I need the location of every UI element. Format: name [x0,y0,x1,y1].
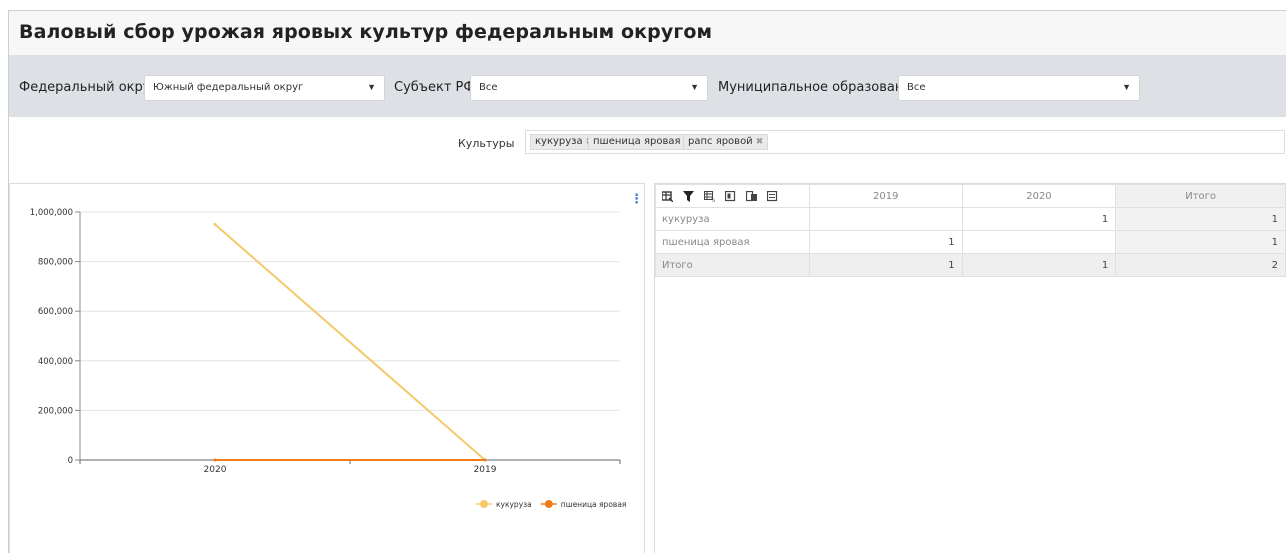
municipal-label: Муниципальное образование [718,80,920,95]
pivot-row-header-total[interactable]: Итого [655,253,810,277]
format-icon[interactable]: % [704,190,716,204]
close-icon[interactable]: ✖ [756,137,764,147]
pivot-header-row: % 2019 2020 Итого [655,184,1286,208]
pivot-cell-total: 2 [1115,253,1286,277]
subject-select-value: Все [479,82,498,93]
pivot-col-header-total[interactable]: Итого [1115,184,1286,208]
table-row: кукуруза 1 1 [655,207,1286,231]
pivot-col-header[interactable]: 2020 [961,184,1117,208]
chevron-down-icon: ▼ [690,82,699,92]
y-tick-label: 800,000 [38,258,73,268]
culture-tag-label: пшеница яровая [593,136,681,147]
pivot-cell: 1 [808,253,963,277]
y-tick-label: 600,000 [38,307,73,317]
municipal-select-value: Все [907,82,926,93]
pivot-cell [808,207,963,231]
pivot-cell: 1 [808,230,963,254]
page-title: Валовый сбор урожая яровых культур федер… [19,21,713,43]
culture-tag[interactable]: пшеница яровая✖ [588,134,697,150]
expand-icon[interactable] [724,190,736,202]
y-tick-label: 400,000 [38,357,73,367]
subject-label: Субъект РФ [394,80,475,95]
culture-tag-label: рапс яровой [688,136,753,147]
filter-icon[interactable] [683,190,694,202]
okrug-label: Федеральный округ [19,80,158,95]
y-tick-label: 200,000 [38,406,73,416]
x-tick-label: 2019 [474,465,497,475]
series-line [214,223,486,461]
pivot-col-header[interactable]: 2019 [808,184,963,208]
okrug-select-value: Южный федеральный округ [153,82,304,93]
legend-swatch-marker [480,500,488,508]
line-chart: 1,000,000 800,000 600,000 400,000 200,000 0 20… [30,208,627,509]
title-bar: Валовый сбор урожая яровых культур федер… [9,11,1286,55]
pivot-cell [961,230,1117,254]
chevron-down-icon: ▼ [1122,82,1131,92]
culture-tag-label: кукуруза [535,136,583,147]
svg-text:%: % [711,198,715,202]
culture-tag[interactable]: рапс яровой ✖ [683,134,769,150]
legend-label: кукуруза [496,500,532,509]
x-tick-label: 2020 [204,465,227,475]
legend-swatch-marker [544,500,553,508]
data-point [483,458,487,462]
pivot-cell-total: 1 [1115,230,1286,254]
pivot-row-header[interactable]: кукуруза [655,207,810,231]
data-point [213,458,217,462]
pivot-table: % 2019 2020 Итого кукуруза 1 1 пшеница я… [655,184,1286,277]
okrug-select[interactable]: Южный федеральный округ ▼ [144,75,385,101]
chevron-down-icon: ▼ [367,82,376,92]
y-tick-label: 1,000,000 [30,208,73,218]
table-row: пшеница яровая 1 1 [655,230,1286,254]
fields-icon[interactable] [661,190,674,202]
y-tick-label: 0 [68,456,73,466]
pivot-row-header[interactable]: пшеница яровая [655,230,810,254]
subject-select[interactable]: Все ▼ [470,75,708,101]
pivot-cell-total: 1 [1115,207,1286,231]
data-point [213,222,217,226]
table-row-total: Итого 1 1 2 [655,253,1286,277]
municipal-select[interactable]: Все ▼ [898,75,1140,101]
cultures-multiselect[interactable]: кукуруза ✖ пшеница яровая✖ рапс яровой✖ [525,130,1285,154]
pivot-cell: 1 [961,253,1117,277]
pivot-cell: 1 [961,207,1117,231]
filter-bar: Федеральный округ Южный федеральный окру… [9,55,1286,117]
export-icon[interactable] [766,190,778,202]
legend-label: пшеница яровая [561,500,627,509]
pivot-toolbar: % [655,184,810,208]
cultures-label: Культуры [458,137,515,150]
copy-icon[interactable] [745,190,757,202]
